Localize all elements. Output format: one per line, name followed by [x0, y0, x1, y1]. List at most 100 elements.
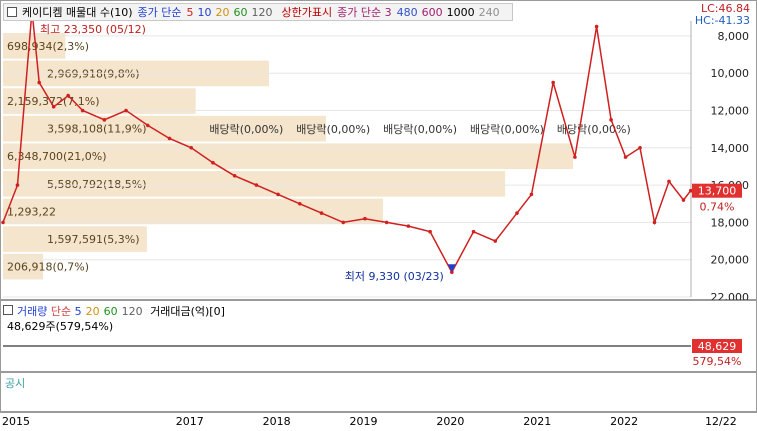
volume-readout: 48,629주(579,54%)	[7, 320, 114, 333]
price-point	[406, 224, 411, 228]
price-point	[80, 108, 85, 113]
price-point	[51, 104, 56, 109]
ma-period-20: 20	[85, 305, 100, 318]
price-point	[623, 155, 628, 159]
price-chart-panel[interactable]: 206,918(0,7%) 1,597,591(5,3%) 1,293,22 5,58…	[0, 0, 757, 301]
dividend-label: 배당락(0,00%)	[296, 123, 370, 136]
ma-period-5: 5	[74, 305, 82, 318]
volume-profile-label: 2,969,918(9,8%)	[47, 67, 140, 80]
ma3-title: 종가 단순 3	[337, 6, 392, 19]
dividend-label: 배당락(0,00%)	[209, 123, 283, 136]
limit-label: 상한가표시	[281, 6, 333, 19]
volume-profile-label: 698,934(2,3%)	[7, 40, 89, 53]
time-axis-label: 2017	[175, 415, 204, 428]
notice-title: 공시	[5, 377, 26, 390]
price-point	[594, 24, 599, 29]
price-point	[688, 188, 693, 193]
dividend-label: 배당락(0,00%)	[383, 123, 457, 136]
volume-chart-panel[interactable]: 48,629 579,54% 거래량 단순 5 20 60 120 거래대금(억)[0]…	[0, 300, 757, 372]
time-axis-label: 2020	[436, 415, 465, 428]
ma-period-20: 20	[215, 5, 230, 19]
ma-period-1000: 1000	[446, 5, 475, 19]
price-point	[66, 93, 70, 98]
price-point	[319, 211, 324, 215]
notice-panel[interactable]: 공시	[0, 372, 757, 412]
amount-title: 거래대금(억)[0]	[150, 305, 225, 318]
price-point	[551, 80, 555, 85]
price-point	[493, 239, 498, 243]
notice-canvas	[1, 373, 757, 413]
ma-period-120: 120	[251, 5, 273, 19]
stock-title[interactable]: 케이디켐 매물대 수(10)	[22, 4, 133, 20]
volume-profile-bar	[3, 198, 383, 225]
ma-period-5: 5	[186, 5, 194, 19]
time-axis-label: 2018	[262, 415, 291, 428]
volume-title: 거래량	[17, 305, 48, 318]
price-point	[254, 183, 259, 187]
settings-box-icon[interactable]	[3, 305, 13, 315]
price-point	[609, 118, 613, 122]
ma-title: 종가 단순	[137, 6, 182, 19]
ma-periods: 5 10 20 60 120	[187, 6, 277, 19]
price-point	[167, 136, 172, 141]
price-axis-tick: 18,000	[711, 216, 750, 229]
hc-value: HC:-41.33	[694, 14, 750, 27]
price-point	[471, 229, 476, 234]
price-point	[363, 216, 367, 221]
price-point	[276, 192, 280, 197]
price-point	[573, 155, 577, 159]
price-point	[124, 108, 128, 113]
volume-legend: 거래량 단순 5 20 60 120 거래대금(억)[0]	[3, 303, 225, 319]
price-point	[15, 183, 20, 187]
price-point	[638, 146, 642, 150]
ma3-periods: 480 600 1000 240	[397, 6, 504, 19]
price-axis-tick: 20,000	[711, 254, 750, 267]
price-point	[384, 220, 389, 225]
settings-box-icon[interactable]	[7, 7, 17, 17]
price-legend: 케이디켐 매물대 수(10) 종가 단순 5 10 20 60 120 상한가표시 종가…	[3, 3, 513, 21]
high-label: 최고 23,350 (05/12)	[40, 23, 146, 36]
volume-profile-label: 3,598,108(11,9%)	[47, 123, 147, 136]
volume-profile-label: 5,580,792(18,5%)	[47, 178, 147, 191]
volume-profile-label: 6,348,700(21,0%)	[7, 150, 107, 163]
price-point	[102, 118, 107, 122]
volume-profile-label: 1,293,22	[7, 205, 56, 218]
price-point	[341, 220, 346, 225]
current-price: 13,700	[698, 185, 737, 198]
low-label: 최저 9,330 (03/23)	[345, 270, 444, 283]
ma-period-480: 480	[396, 5, 418, 19]
current-change: 0.74%	[700, 201, 735, 214]
price-point	[428, 229, 432, 234]
current-volume: 48,629	[698, 340, 737, 353]
price-point	[667, 179, 671, 184]
time-axis-label: 2019	[349, 415, 378, 428]
time-axis-label: 2015	[2, 415, 30, 428]
price-chart-canvas[interactable]: 206,918(0,7%) 1,597,591(5,3%) 1,293,22 5,58…	[1, 1, 757, 301]
volume-ma-periods: 5 20 60 120	[75, 305, 147, 318]
price-point	[529, 192, 534, 197]
price-axis-tick: 14,000	[711, 142, 750, 155]
price-point	[37, 80, 41, 85]
price-point	[652, 220, 657, 225]
time-axis-label: 2021	[523, 415, 552, 428]
ma-period-10: 10	[197, 5, 212, 19]
volume-profile-label: 206,918(0,7%)	[7, 261, 89, 274]
ma-period-60: 60	[103, 305, 118, 318]
volume-profile-label: 1,597,591(5,3%)	[47, 233, 140, 246]
ma-period-240: 240	[478, 5, 500, 19]
ma-period-600: 600	[421, 5, 443, 19]
current-volume-ratio: 579,54%	[693, 355, 742, 368]
volume-ma-title: 단순	[50, 305, 72, 318]
ma-period-60: 60	[233, 5, 248, 19]
price-point	[145, 123, 150, 128]
price-axis-tick: 8,000	[718, 30, 750, 43]
price-point	[515, 211, 519, 215]
price-point	[1, 220, 5, 225]
price-axis-tick: 12,000	[711, 105, 750, 118]
price-axis-tick: 10,000	[711, 67, 750, 80]
time-axis-label: 2022	[610, 415, 639, 428]
dividend-label: 배당락(0,00%)	[470, 123, 544, 136]
price-point	[232, 173, 237, 178]
price-point	[298, 201, 302, 206]
price-point	[681, 198, 686, 202]
